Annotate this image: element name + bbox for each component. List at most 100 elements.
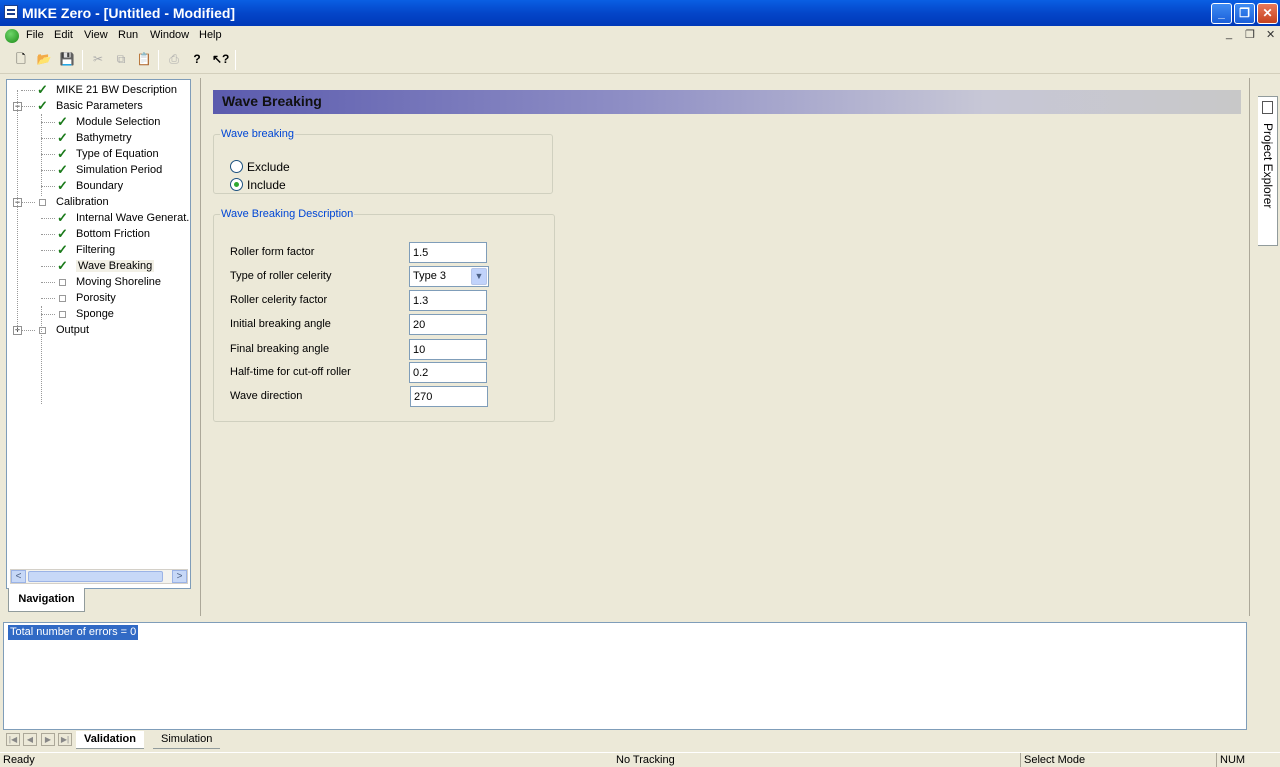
menu-window[interactable]: Window [150,29,189,41]
menu-file[interactable]: File [26,29,44,41]
menu-view[interactable]: View [84,29,108,41]
toolbar-separator [158,50,159,70]
field-input[interactable] [409,314,487,335]
tree-item[interactable]: ✓ Simulation Period [57,162,162,178]
tree-item-label: MIKE 21 BW Description [56,84,178,96]
checkmark-icon[interactable]: ✓ [37,83,48,96]
title-bar: MIKE Zero - [Untitled - Modified] _ ❐ ✕ [0,0,1280,26]
tree-item-label: Boundary [76,180,124,192]
tree-item[interactable]: ✓ Boundary [57,178,123,194]
field-input[interactable] [409,339,487,360]
status-num: NUM [1216,753,1245,767]
tree-item[interactable]: ✓ Internal Wave Generat... [57,210,190,226]
scroll-right-icon[interactable]: > [172,570,187,583]
restore-button[interactable]: ❐ [1234,3,1255,24]
tree-item[interactable]: Calibration [37,194,109,210]
tree-item[interactable]: Porosity [57,290,116,306]
checkmark-icon[interactable]: ✓ [57,147,68,160]
tree-line [41,170,55,171]
tree-item[interactable]: Sponge [57,306,114,322]
tree-item[interactable]: ✓ Filtering [57,242,115,258]
checkmark-icon[interactable]: ✓ [57,163,68,176]
chevron-down-icon[interactable]: ▼ [471,268,487,285]
tree-item[interactable]: ✓ Bottom Friction [57,226,150,242]
app-icon[interactable] [4,5,18,19]
radio-exclude-icon[interactable] [230,160,243,173]
include-label: Include [247,178,286,192]
tree-item[interactable]: ✓ Module Selection [57,114,160,130]
toolbar: 🗋 📂 💾 ✂ ⧉ 📋 ⎙ ? ↖? [0,46,1280,74]
mdi-close-icon[interactable]: ✕ [1266,28,1275,41]
prev-tab-icon[interactable]: ◀ [23,733,37,746]
wave-breaking-legend: Wave breaking [221,128,294,140]
unchecked-box-icon[interactable] [59,295,66,302]
navigation-tab[interactable]: Navigation [8,588,85,612]
minimize-button[interactable]: _ [1211,3,1232,24]
checkmark-icon[interactable]: ✓ [57,211,68,224]
mike-icon[interactable] [5,29,19,43]
tab-simulation[interactable]: Simulation [153,731,221,749]
tree-item[interactable]: ✓ Wave Breaking [57,258,155,274]
help-icon[interactable]: ? [189,51,205,67]
tree-line [41,298,55,299]
tab-validation[interactable]: Validation [76,731,144,749]
field-input[interactable] [409,242,487,263]
last-tab-icon[interactable]: ▶| [58,733,72,746]
checkmark-icon[interactable]: ✓ [57,259,68,272]
close-button[interactable]: ✕ [1257,3,1278,24]
tree-line [41,282,55,283]
mdi-restore-icon[interactable]: ❐ [1245,28,1255,41]
tree-item[interactable]: ✓ Basic Parameters [37,98,143,114]
field-input[interactable] [409,290,487,311]
status-bar: Ready No Tracking Select Mode NUM [0,752,1280,767]
tree-line [41,250,55,251]
open-icon[interactable]: 📂 [36,51,52,67]
scroll-left-icon[interactable]: < [11,570,26,583]
mdi-minimize-icon[interactable]: _ [1226,28,1232,40]
checkmark-icon[interactable]: ✓ [57,243,68,256]
menu-run[interactable]: Run [118,29,138,41]
new-icon[interactable]: 🗋 [13,51,29,67]
checkmark-icon[interactable]: ✓ [57,227,68,240]
select-value: Type 3 [413,270,447,282]
menu-edit[interactable]: Edit [54,29,73,41]
unchecked-box-icon[interactable] [39,199,46,206]
tree-item-label: Wave Breaking [76,260,155,272]
checkmark-icon[interactable]: ✓ [57,115,68,128]
project-explorer-tab[interactable]: Project Explorer [1258,96,1278,246]
wave-breaking-group: Wave breaking Exclude Include [213,128,553,194]
tree-item-label: Filtering [76,244,116,256]
checkmark-icon[interactable]: ✓ [57,131,68,144]
roller-celerity-select[interactable]: Type 3 ▼ [409,266,489,287]
tree-item[interactable]: ✓ Type of Equation [57,146,159,162]
field-label: Initial breaking angle [230,318,331,330]
tree-item[interactable]: Output [37,322,89,338]
exclude-radio[interactable]: Exclude [230,160,290,176]
tree-item[interactable]: ✓ MIKE 21 BW Description [37,82,177,98]
radio-include-icon[interactable] [230,178,243,191]
include-radio[interactable]: Include [230,178,286,194]
field-input[interactable] [409,362,487,383]
tree-horizontal-scrollbar[interactable]: < > [10,569,188,584]
checkmark-icon[interactable]: ✓ [57,179,68,192]
tree-line [41,122,55,123]
tree-item[interactable]: Moving Shoreline [57,274,161,290]
checkmark-icon[interactable]: ✓ [37,99,48,112]
right-dock: Project Explorer [1249,78,1280,616]
unchecked-box-icon[interactable] [59,279,66,286]
scroll-thumb[interactable] [28,571,163,582]
first-tab-icon[interactable]: |◀ [6,733,20,746]
field-input[interactable] [410,386,488,407]
print-icon[interactable]: ⎙ [166,51,182,67]
save-icon[interactable]: 💾 [59,51,75,67]
tree-item-label: Calibration [56,196,109,208]
paste-icon[interactable]: 📋 [136,51,152,67]
context-help-icon[interactable]: ↖? [212,51,229,67]
tree-item[interactable]: ✓ Bathymetry [57,130,132,146]
cut-icon[interactable]: ✂ [90,51,106,67]
menu-help[interactable]: Help [199,29,222,41]
error-count-message[interactable]: Total number of errors = 0 [8,625,139,640]
next-tab-icon[interactable]: ▶ [41,733,55,746]
copy-icon[interactable]: ⧉ [113,51,129,67]
unchecked-box-icon[interactable] [59,311,66,318]
